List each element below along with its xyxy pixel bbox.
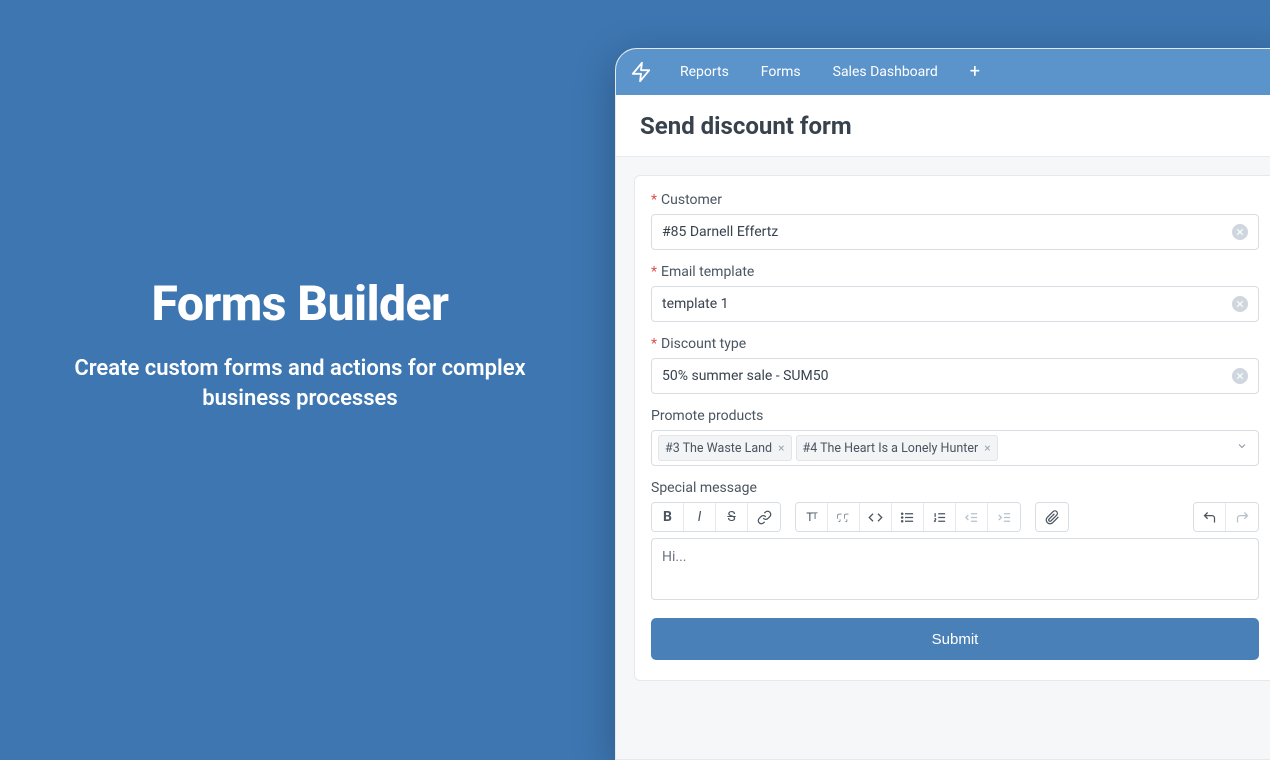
marketing-subtitle: Create custom forms and actions for comp… — [60, 354, 540, 413]
email-template-value: template 1 — [662, 296, 729, 312]
marketing-title: Forms Builder — [60, 275, 540, 332]
label-email-template: *Email template — [651, 264, 1259, 280]
remove-tag-icon[interactable]: × — [778, 441, 784, 455]
form-canvas: *Customer #85 Darnell Effertz ✕ *Email t… — [616, 157, 1270, 759]
submit-button[interactable]: Submit — [651, 618, 1259, 660]
clear-icon[interactable]: ✕ — [1232, 224, 1248, 240]
field-special-message: Special message B I S TT — [651, 480, 1259, 600]
page-title-bar: Send discount form — [616, 95, 1270, 157]
bullet-list-button[interactable] — [892, 503, 924, 531]
discount-type-select[interactable]: 50% summer sale - SUM50 ✕ — [651, 358, 1259, 394]
undo-button[interactable] — [1194, 503, 1226, 531]
bold-button[interactable]: B — [652, 503, 684, 531]
remove-tag-icon[interactable]: × — [984, 441, 990, 455]
tab-forms[interactable]: Forms — [747, 58, 815, 86]
tab-label: Sales Dashboard — [833, 64, 938, 80]
toolgroup-format: B I S — [651, 502, 781, 532]
indent-button[interactable] — [988, 503, 1020, 531]
italic-button[interactable]: I — [684, 503, 716, 531]
redo-button[interactable] — [1226, 503, 1258, 531]
label-special-message: Special message — [651, 480, 1259, 496]
field-customer: *Customer #85 Darnell Effertz ✕ — [651, 192, 1259, 250]
discount-type-value: 50% summer sale - SUM50 — [662, 368, 828, 384]
field-discount-type: *Discount type 50% summer sale - SUM50 ✕ — [651, 336, 1259, 394]
customer-select[interactable]: #85 Darnell Effertz ✕ — [651, 214, 1259, 250]
clear-icon[interactable]: ✕ — [1232, 368, 1248, 384]
label-promote-products: Promote products — [651, 408, 1259, 424]
field-promote-products: Promote products #3 The Waste Land× #4 T… — [651, 408, 1259, 466]
marketing-panel: Forms Builder Create custom forms and ac… — [0, 0, 600, 760]
code-button[interactable] — [860, 503, 892, 531]
required-mark: * — [651, 264, 657, 280]
tab-bar: Reports Forms Sales Dashboard + — [616, 49, 1270, 95]
heading-button[interactable]: TT — [796, 503, 828, 531]
promote-products-multiselect[interactable]: #3 The Waste Land× #4 The Heart Is a Lon… — [651, 430, 1259, 466]
link-button[interactable] — [748, 503, 780, 531]
editor-toolbar: B I S TT — [651, 502, 1259, 532]
product-tag: #3 The Waste Land× — [658, 435, 792, 461]
form-card: *Customer #85 Darnell Effertz ✕ *Email t… — [634, 175, 1270, 681]
tab-label: Reports — [680, 64, 729, 80]
special-message-editor[interactable]: Hi... — [651, 538, 1259, 600]
email-template-select[interactable]: template 1 ✕ — [651, 286, 1259, 322]
toolgroup-attach — [1035, 502, 1069, 532]
field-email-template: *Email template template 1 ✕ — [651, 264, 1259, 322]
tab-reports[interactable]: Reports — [666, 58, 743, 86]
toolgroup-history — [1193, 502, 1259, 532]
strike-button[interactable]: S — [716, 503, 748, 531]
tab-sales-dashboard[interactable]: Sales Dashboard — [819, 58, 952, 86]
tab-label: Forms — [761, 64, 801, 80]
outdent-button[interactable] — [956, 503, 988, 531]
label-discount-type: *Discount type — [651, 336, 1259, 352]
app-logo-icon — [630, 61, 652, 83]
product-tag: #4 The Heart Is a Lonely Hunter× — [796, 435, 998, 461]
customer-value: #85 Darnell Effertz — [662, 224, 778, 240]
ordered-list-button[interactable] — [924, 503, 956, 531]
label-customer: *Customer — [651, 192, 1259, 208]
required-mark: * — [651, 192, 657, 208]
quote-button[interactable] — [828, 503, 860, 531]
add-tab-button[interactable]: + — [962, 59, 988, 85]
chevron-down-icon — [1236, 440, 1248, 456]
attachment-button[interactable] — [1036, 503, 1068, 531]
clear-icon[interactable]: ✕ — [1232, 296, 1248, 312]
toolgroup-block: TT — [795, 502, 1021, 532]
required-mark: * — [651, 336, 657, 352]
page-title: Send discount form — [640, 112, 852, 140]
app-window: Reports Forms Sales Dashboard + Send dis… — [615, 48, 1270, 760]
